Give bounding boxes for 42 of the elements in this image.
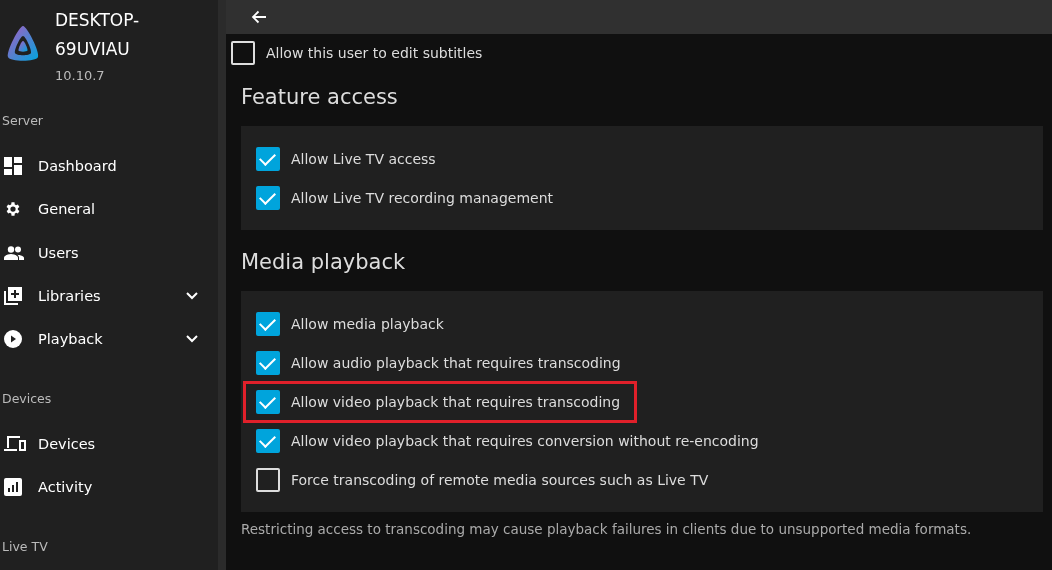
section-header: Devices bbox=[1, 391, 53, 407]
chevron-down-icon bbox=[186, 291, 198, 300]
devices-icon bbox=[4, 435, 26, 452]
back-arrow-icon[interactable] bbox=[251, 10, 267, 24]
sidebar-item[interactable]: Dashboard bbox=[0, 144, 218, 188]
logo-icon bbox=[5, 24, 41, 62]
settings-icon bbox=[4, 200, 22, 219]
section-header: Server bbox=[1, 113, 44, 128]
checkbox[interactable] bbox=[256, 312, 280, 336]
checkbox-label: Allow video playback that requires transcoding bbox=[291, 394, 621, 410]
checkbox-label: Allow this user to edit subtitles bbox=[266, 45, 483, 61]
checkbox-label: Force transcoding of remote media sources such as Live TV bbox=[291, 472, 709, 488]
activity-icon bbox=[4, 478, 22, 497]
checkbox-label: Allow media playback bbox=[291, 316, 444, 332]
section-title: Media playback bbox=[241, 250, 407, 274]
checkbox[interactable] bbox=[256, 468, 280, 492]
chevron-down-icon bbox=[186, 335, 198, 344]
section-title: Feature access bbox=[241, 85, 399, 109]
checkbox-label: Allow Live TV recording management bbox=[291, 190, 554, 206]
checkbox[interactable] bbox=[256, 429, 280, 453]
checkbox[interactable] bbox=[231, 41, 255, 65]
checkbox[interactable] bbox=[256, 186, 280, 210]
help-text: Restricting access to transcoding may cause playback failures in clients due to unsupported media formats. bbox=[241, 521, 973, 537]
checkbox[interactable] bbox=[256, 147, 280, 171]
sidebar-item[interactable]: General bbox=[0, 187, 218, 231]
play-icon bbox=[4, 330, 22, 349]
dashboard-icon bbox=[4, 156, 22, 175]
server-name: DESKTOP-69UVIAU bbox=[55, 9, 141, 61]
sidebar-item[interactable]: Libraries bbox=[0, 274, 218, 318]
checkbox[interactable] bbox=[256, 390, 280, 414]
checkbox-label: Allow audio playback that requires transcoding bbox=[291, 355, 621, 371]
checkbox-label: Allow video playback that requires conversion without re-encoding bbox=[291, 433, 759, 449]
section-header: Live TV bbox=[1, 538, 49, 554]
checkbox-label: Allow Live TV access bbox=[291, 151, 436, 167]
sidebar-item[interactable]: Playback bbox=[0, 317, 218, 362]
sidebar-item[interactable]: Activity bbox=[0, 465, 218, 509]
users-icon bbox=[4, 245, 24, 260]
checkbox[interactable] bbox=[256, 351, 280, 375]
sidebar-item[interactable]: Users bbox=[0, 230, 218, 275]
library-add-icon bbox=[4, 286, 22, 305]
sidebar-item[interactable]: Devices bbox=[0, 422, 218, 466]
server-version: 10.10.7 bbox=[55, 68, 106, 83]
